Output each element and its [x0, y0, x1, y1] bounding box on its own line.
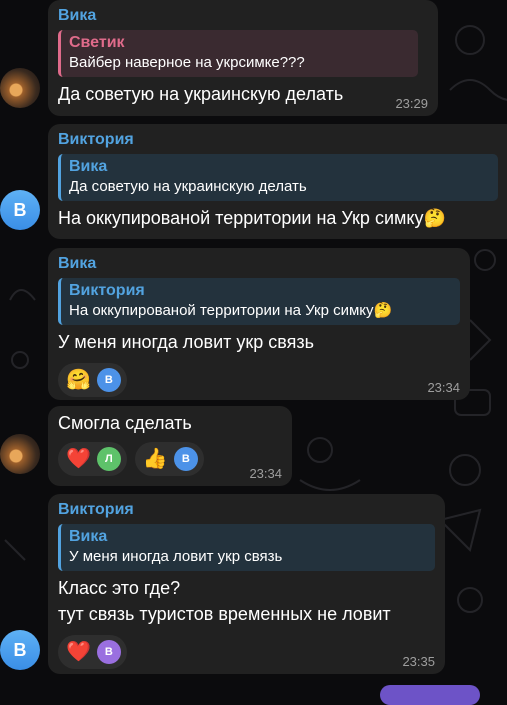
reactions-row: 🤗 В [58, 363, 460, 397]
avatar-vika[interactable] [0, 68, 40, 108]
reply-sender-name: Вика [69, 528, 108, 545]
message-text: У меня иногда ловит укр связь [58, 332, 314, 352]
message-bubble: Виктория Вика Да советую на украинскую д… [48, 124, 507, 239]
reply-sender-name: Вика [69, 158, 108, 175]
reply-quote[interactable]: Виктория На оккупированой территории на … [58, 278, 460, 325]
hug-emoji-icon: 🤗 [66, 369, 91, 391]
outgoing-message-bubble-edge [380, 685, 480, 705]
avatar-vika[interactable] [0, 434, 40, 474]
message-text: На оккупированой территории на Укр симку… [58, 208, 446, 228]
avatar-viktoria[interactable]: В [0, 630, 40, 670]
reactions-row: ❤️ В [58, 635, 435, 669]
message-text-line-1: Класс это где? [58, 578, 181, 598]
reply-quote[interactable]: Вика У меня иногда ловит укр связь [58, 524, 435, 571]
reactor-avatar: В [96, 368, 121, 392]
message-text-line-2: тут связь туристов временных не ловит [58, 604, 391, 624]
reactor-avatar: В [96, 640, 121, 664]
avatar-viktoria[interactable]: В [0, 190, 40, 230]
message-bubble: Вика Светик Вайбер наверное на укрсимке?… [48, 0, 438, 116]
message-bubble: Виктория Вика У меня иногда ловит укр св… [48, 494, 445, 674]
message-time: 23:35 [402, 654, 435, 669]
sender-name[interactable]: Вика [58, 6, 428, 26]
reply-text: Вайбер наверное на укрсимке??? [69, 54, 305, 71]
message-text: Да советую на украинскую делать [58, 84, 344, 104]
heart-emoji-icon: ❤️ [66, 448, 91, 470]
message-bubble: Вика Виктория На оккупированой территори… [48, 248, 470, 400]
reply-text: У меня иногда ловит укр связь [69, 548, 283, 565]
message-time: 23:34 [427, 380, 460, 395]
message-time: 23:34 [249, 466, 282, 481]
reactor-avatar: В [173, 447, 198, 471]
sender-name[interactable]: Вика [58, 254, 460, 274]
reply-text: Да советую на украинскую делать [69, 178, 307, 195]
reply-sender-name: Светик [69, 34, 125, 51]
message-text: Смогла сделать [58, 413, 192, 433]
message-bubble: Смогла сделать ❤️ Л 👍 В 23:34 [48, 406, 292, 486]
sender-name[interactable]: Виктория [58, 130, 507, 150]
reactor-avatar: Л [96, 447, 121, 471]
reply-sender-name: Виктория [69, 282, 145, 299]
reaction-heart[interactable]: ❤️ В [58, 635, 127, 669]
reaction-heart[interactable]: ❤️ Л [58, 442, 127, 476]
thumbs-up-emoji-icon: 👍 [142, 448, 168, 470]
reply-text: На оккупированой территории на Укр симку… [69, 302, 393, 319]
reaction-hug[interactable]: 🤗 В [58, 363, 127, 397]
reactions-row: ❤️ Л 👍 В [58, 442, 282, 476]
reply-quote[interactable]: Светик Вайбер наверное на укрсимке??? [58, 30, 418, 77]
reply-quote[interactable]: Вика Да советую на украинскую делать [58, 154, 498, 201]
sender-name[interactable]: Виктория [58, 500, 435, 520]
reaction-thumbs-up[interactable]: 👍 В [134, 442, 204, 476]
heart-emoji-icon: ❤️ [66, 641, 91, 663]
message-time: 23:29 [395, 96, 428, 111]
